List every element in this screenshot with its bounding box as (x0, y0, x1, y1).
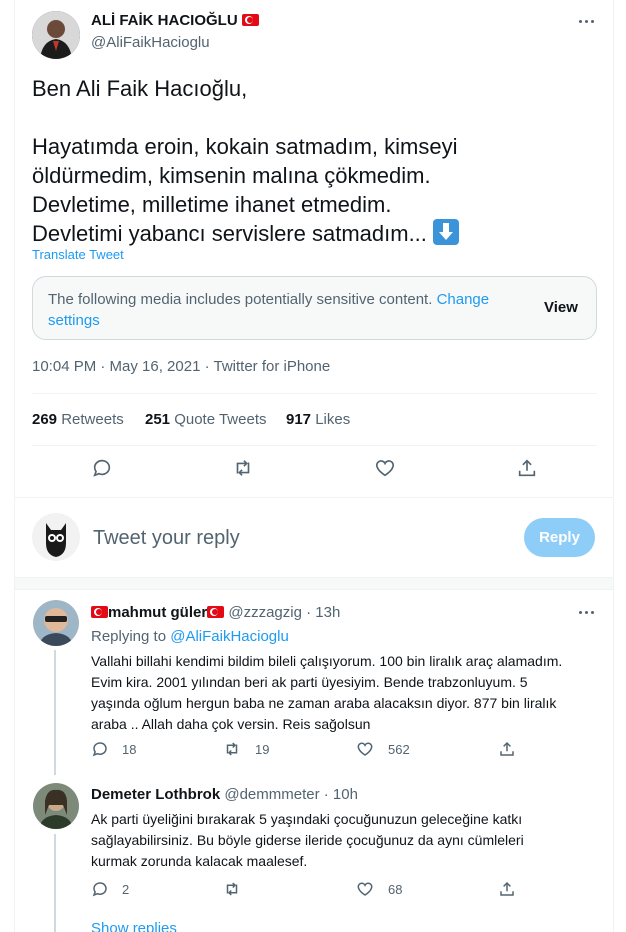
retweets-stat[interactable]: 269 Retweets (32, 411, 124, 428)
heart-icon[interactable] (374, 457, 396, 479)
thread-line (54, 650, 56, 775)
sensitive-warning-text: The following media includes potentially… (48, 289, 518, 331)
quotes-count: 251 (145, 411, 171, 428)
likes-stat[interactable]: 917 Likes (286, 411, 350, 428)
share-icon[interactable] (516, 457, 538, 479)
tweet-text: Ben Ali Faik Hacıoğlu, Hayatımda eroin, … (32, 74, 592, 248)
reply-author-name[interactable]: mahmut güler (108, 604, 207, 621)
turkey-flag-icon (241, 14, 259, 26)
share-icon[interactable] (498, 880, 516, 898)
sensitive-text: The following media includes potentially… (48, 291, 433, 308)
view-button[interactable]: View (544, 299, 578, 316)
reply-author-handle[interactable]: @demmmeter · 10h (224, 786, 358, 803)
divider (15, 497, 613, 498)
share-icon[interactable] (498, 740, 516, 758)
heart-icon[interactable] (356, 880, 374, 898)
reply-icon[interactable] (91, 457, 113, 479)
reply-author-handle[interactable]: @zzzagzig · 13h (228, 604, 340, 621)
likes-label: Likes (315, 411, 351, 428)
reply-line: sağlayabilirsiniz. Bu böyle giderse iler… (91, 832, 524, 848)
author-name-row[interactable]: ALİ FAİK HACIOĞLU (91, 12, 259, 29)
divider (32, 445, 597, 446)
reply-text: Vallahi billahi kendimi bildim bileli ça… (91, 651, 606, 735)
replying-to: Replying to @AliFaikHacioglu (91, 628, 289, 645)
replying-to-label: Replying to (91, 628, 167, 645)
reply-avatar[interactable] (33, 783, 79, 829)
translate-tweet-link[interactable]: Translate Tweet (32, 247, 124, 262)
reply-avatar[interactable] (33, 600, 79, 646)
author-name[interactable]: ALİ FAİK HACIOĞLU (91, 12, 238, 29)
turkey-flag-icon (91, 606, 108, 618)
section-separator (15, 578, 613, 590)
reply-header: mahmut güler @zzzagzig · 13h (91, 604, 340, 621)
like-count: 562 (388, 742, 410, 757)
retweet-count: 19 (255, 742, 270, 757)
reply-icon[interactable] (91, 740, 109, 758)
tweet-reply-input[interactable]: Tweet your reply (93, 527, 240, 550)
reply-line: araba .. Allah daha çok versin. Reis sağ… (91, 716, 371, 732)
divider (32, 393, 597, 394)
tweet-line: Devletime, milletime ihanet etmedim. (32, 192, 392, 217)
likes-count: 917 (286, 411, 312, 428)
tweet-greeting: Ben Ali Faik Hacıoğlu, (32, 76, 248, 101)
more-icon[interactable] (578, 603, 596, 621)
reply-line: Evim kira. 2001 yılından beri ak parti ü… (91, 674, 528, 690)
retweets-label: Retweets (61, 411, 124, 428)
reply-line: Ak parti üyeliğini bırakarak 5 yaşındaki… (91, 811, 523, 827)
retweet-icon[interactable] (223, 740, 241, 758)
turkey-flag-icon (207, 606, 225, 618)
replying-to-handle[interactable]: @AliFaikHacioglu (170, 628, 289, 645)
tweet-line: öldürmedim, kimsenin malına çökmedim. (32, 163, 431, 188)
reply-count: 18 (122, 742, 137, 757)
user-avatar[interactable] (32, 513, 80, 561)
quote-tweets-stat[interactable]: 251 Quote Tweets (145, 411, 266, 428)
reply-header: Demeter Lothbrok @demmmeter · 10h (91, 786, 358, 803)
quotes-label: Quote Tweets (174, 411, 267, 428)
down-arrow-emoji-icon (433, 219, 460, 245)
tweet-line: Devletimi yabancı servislere satmadım... (32, 221, 427, 246)
reply-icon[interactable] (91, 880, 109, 898)
reply-button[interactable]: Reply (524, 518, 595, 557)
more-icon[interactable] (578, 12, 596, 30)
author-avatar[interactable] (32, 11, 80, 59)
retweet-icon[interactable] (232, 457, 254, 479)
like-count: 68 (388, 882, 403, 897)
retweet-icon[interactable] (223, 880, 241, 898)
thread-line (54, 834, 56, 932)
heart-icon[interactable] (356, 740, 374, 758)
tweet-line: Hayatımda eroin, kokain satmadım, kimsey… (32, 134, 458, 159)
reply-author-name[interactable]: Demeter Lothbrok (91, 786, 220, 803)
reply-line: Vallahi billahi kendimi bildim bileli ça… (91, 653, 563, 669)
reply-line: yaşında oğlum hergun baba ne zaman araba… (91, 695, 557, 711)
reply-line: kurmak zorunda kalacak maalesef. (91, 853, 308, 869)
show-replies-link[interactable]: Show replies (91, 920, 177, 932)
sensitive-media-warning: The following media includes potentially… (32, 276, 597, 340)
reply-count: 2 (122, 882, 130, 897)
retweets-count: 269 (32, 411, 58, 428)
author-handle[interactable]: @AliFaikHacioglu (91, 34, 210, 51)
tweet-timestamp[interactable]: 10:04 PM · May 16, 2021 · Twitter for iP… (32, 358, 330, 375)
reply-text: Ak parti üyeliğini bırakarak 5 yaşındaki… (91, 809, 606, 872)
